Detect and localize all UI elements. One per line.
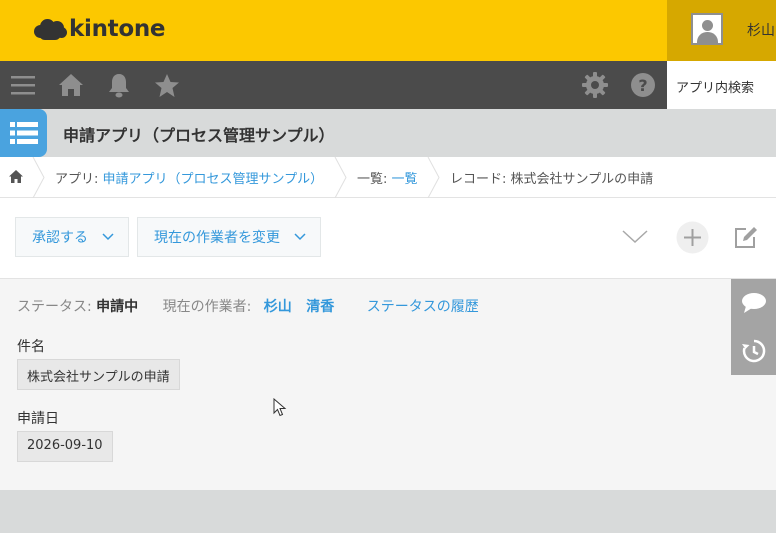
breadcrumb-list-link[interactable]: 一覧 (392, 172, 418, 187)
avatar (691, 13, 723, 45)
breadcrumb-home-icon[interactable] (8, 169, 24, 188)
gear-icon[interactable] (575, 61, 615, 109)
status-label: ステータス: (17, 299, 97, 315)
breadcrumb-separator (427, 157, 440, 198)
assignee-name[interactable]: 清香 (306, 299, 334, 315)
mouse-cursor-icon (273, 398, 287, 417)
menu-icon[interactable] (3, 61, 43, 109)
side-panel (731, 279, 776, 375)
field-value-subject: 株式会社サンプルの申請 (17, 359, 180, 390)
field-label-subject: 件名 (17, 339, 45, 355)
home-icon[interactable] (51, 61, 91, 109)
assignee-label: 現在の作業者: (162, 299, 252, 315)
history-button[interactable] (731, 327, 776, 375)
field-value-date: 2026-09-10 (17, 431, 113, 462)
status-history-link[interactable]: ステータスの履歴 (367, 299, 479, 315)
svg-text:?: ? (638, 76, 647, 95)
comment-icon (741, 293, 766, 313)
star-icon[interactable] (147, 61, 187, 109)
top-header: kintone 杉山 (0, 0, 776, 61)
app-search-input[interactable]: アプリ内検索 (667, 61, 776, 109)
user-menu[interactable]: 杉山 (667, 0, 776, 61)
status-value: 申請中 (96, 299, 139, 315)
breadcrumb-separator (334, 157, 347, 198)
approve-button[interactable]: 承認する (15, 217, 129, 257)
kintone-logo[interactable]: kintone (34, 14, 166, 44)
more-options-chevron-icon[interactable] (619, 217, 651, 257)
app-title: 申請アプリ（プロセス管理サンプル） (63, 126, 335, 145)
user-name: 杉山 (747, 23, 775, 39)
breadcrumb-record: レコード: 株式会社サンプルの申請 (450, 172, 654, 187)
pencil-edit-icon (735, 227, 757, 248)
comment-button[interactable] (731, 279, 776, 327)
add-record-button[interactable] (675, 217, 709, 257)
help-icon[interactable]: ? (623, 61, 663, 109)
breadcrumb-app: アプリ: 申請アプリ（プロセス管理サンプル） (55, 172, 324, 187)
chevron-down-icon (294, 233, 306, 241)
assignee-name[interactable]: 杉山 (264, 299, 292, 315)
cloud-logo-icon (34, 18, 68, 40)
record-toolbar: 承認する 現在の作業者を変更 (0, 198, 776, 279)
field-label-date: 申請日 (17, 411, 59, 427)
logo-text: kintone (69, 16, 166, 42)
breadcrumb-list: 一覧: 一覧 (357, 172, 418, 187)
bell-icon[interactable] (99, 61, 139, 109)
change-assignee-button[interactable]: 現在の作業者を変更 (137, 217, 321, 257)
breadcrumb: アプリ: 申請アプリ（プロセス管理サンプル） 一覧: 一覧 レコード: 株式会社… (0, 157, 776, 198)
edit-record-button[interactable] (731, 217, 761, 257)
chevron-down-icon (102, 233, 114, 241)
global-nav: ? (0, 61, 776, 109)
breadcrumb-separator (32, 157, 45, 198)
breadcrumb-app-link[interactable]: 申請アプリ（プロセス管理サンプル） (103, 172, 324, 187)
plus-icon (676, 221, 708, 253)
status-row: ステータス: 申請中 現在の作業者: 杉山 清香 ステータスの履歴 (17, 296, 479, 316)
history-clock-icon (741, 339, 765, 363)
app-list-icon (0, 109, 47, 157)
